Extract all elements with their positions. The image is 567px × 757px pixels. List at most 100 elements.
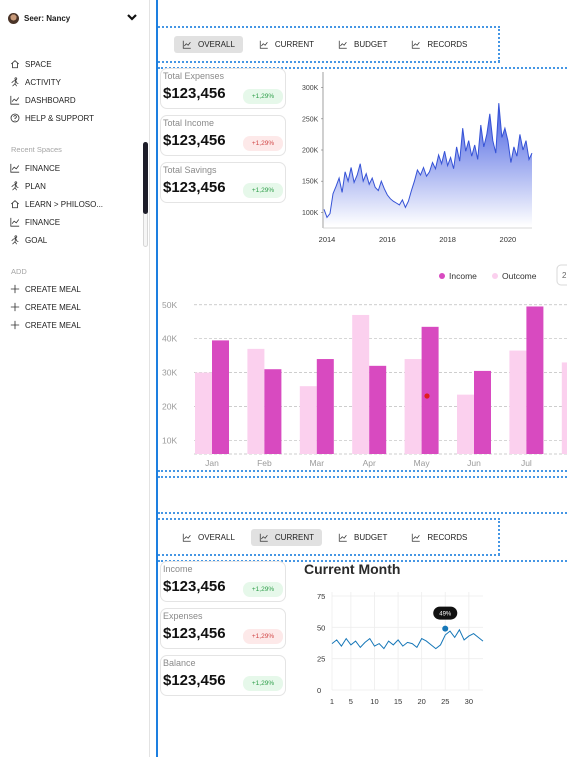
chart-line-icon [10,217,20,227]
chevron-down-icon[interactable] [126,11,138,23]
runner-icon [10,235,20,245]
sidebar-item-finance[interactable]: FINANCE [10,159,103,177]
chart-line-icon [182,40,192,49]
sidebar-item-goal[interactable]: GOAL [10,231,103,249]
tab-records[interactable]: RECORDS [403,529,475,546]
legend-income-swatch [439,273,445,279]
sidebar-item-label: FINANCE [25,163,61,173]
x-tick-label: Jan [205,458,219,468]
tab-budget[interactable]: BUDGET [330,36,395,53]
recent-nav: FINANCE PLAN LEARN > PHILOSO... FINANCE … [10,159,103,249]
stat-card-total-expenses: Total Expenses $123,456 +1,29% [160,68,286,109]
sidebar-item-label: HELP & SUPPORT [25,113,95,123]
change-badge: +1,29% [243,629,283,644]
tab-current[interactable]: CURRENT [250,528,323,546]
bar-outcome [561,362,567,454]
chart-line-icon [411,40,421,49]
stat-value: $123,456 [163,85,226,102]
stat-label: Income [163,564,193,574]
create-meal-button[interactable]: CREATE MEAL [10,316,81,334]
y-tick-label: 25 [317,655,325,664]
chart-line-icon [10,163,20,173]
legend-income-label: Income [449,271,477,281]
legend-overflow-glyph: 2 [562,271,567,280]
stat-card-total-income: Total Income $123,456 +1,29% [160,115,286,156]
stat-card-expenses: Expenses $123,456 +1,29% [160,608,286,649]
user-switcher[interactable]: Seer: Nancy [8,10,138,26]
y-tick-label: 30K [162,368,177,378]
guide-dotted [158,26,500,28]
plus-icon [10,302,20,312]
bar-outcome [509,350,527,454]
bar-income [212,340,229,454]
y-tick-label: 100K [302,210,319,217]
tab-budget[interactable]: BUDGET [330,529,395,546]
home-icon [10,59,20,69]
chart-line-icon [182,533,192,542]
bar-income [316,359,334,454]
sidebar-item-label: LEARN > PHILOSO... [25,199,104,209]
y-tick-label: 40K [162,334,177,344]
y-tick-label: 50K [162,300,177,310]
bar-income [474,370,491,454]
runner-icon [10,181,20,191]
change-badge: +1,29% [243,89,283,104]
x-tick-label: Apr [363,458,376,468]
tab-bar-bottom: OVERALL CURRENT BUDGET RECORDS [166,525,496,549]
guide-dotted [158,61,500,63]
x-tick-label: Feb [257,458,272,468]
stat-value: $123,456 [163,578,226,595]
sidebar-item-label: ACTIVITY [25,77,62,87]
sidebar-item-learn[interactable]: LEARN > PHILOSO... [10,195,103,213]
current-month-title: Current Month [304,561,401,577]
tab-current[interactable]: CURRENT [251,36,322,53]
sidebar-scrollbar-thumb[interactable] [143,142,148,214]
tab-label: CURRENT [274,39,315,49]
line-hover-point [442,625,449,632]
guide-dotted [158,512,567,514]
y-tick-label: 10K [162,435,177,445]
guide-dotted [158,554,500,556]
x-tick-label: 10 [370,697,378,706]
x-tick-label: 15 [394,697,402,706]
legend-outcome-label: Outcome [502,271,537,281]
sidebar-item-finance-2[interactable]: FINANCE [10,213,103,231]
x-tick-label: 20 [417,697,425,706]
sidebar-item-activity[interactable]: ACTIVITY [10,73,94,91]
stat-value: $123,456 [163,672,226,689]
create-meal-button[interactable]: CREATE MEAL [10,298,81,316]
tab-label: OVERALL [198,532,235,542]
create-meal-label: CREATE MEAL [25,320,81,330]
tab-label: RECORDS [427,39,468,49]
y-tick-label: 20K [162,402,177,412]
stat-value: $123,456 [163,625,226,642]
tab-overall[interactable]: OVERALL [174,529,243,546]
cursor-marker [424,393,430,399]
x-tick-label: 2020 [500,235,517,244]
change-badge: +1,29% [243,676,283,691]
create-meal-button[interactable]: CREATE MEAL [10,280,81,298]
main-nav: SPACE ACTIVITY DASHBOARD HELP & SUPPORT [10,55,94,127]
x-tick-label: 2014 [319,235,336,244]
home-icon [10,199,20,209]
chart-line-icon [338,40,348,49]
stat-label: Total Savings [163,165,217,175]
tab-overall[interactable]: OVERALL [174,35,243,53]
runner-icon [10,77,20,87]
y-tick-label: 250K [302,116,319,123]
sidebar-item-help[interactable]: HELP & SUPPORT [10,109,94,127]
stat-card-total-savings: Total Savings $123,456 +1,29% [160,162,286,203]
tab-records[interactable]: RECORDS [403,36,475,53]
guide-dotted [158,476,567,478]
area-chart: 100K 150K 200K 250K 300K 2014 2016 2018 2020 [302,72,533,244]
sidebar-item-dashboard[interactable]: DASHBOARD [10,91,94,109]
bar-income [369,365,387,454]
tab-label: BUDGET [354,39,388,49]
bar-outcome [404,359,422,454]
x-tick-label: Jul [521,458,532,468]
sidebar-item-plan[interactable]: PLAN [10,177,103,195]
bar-outcome [247,348,265,454]
sidebar-item-label: DASHBOARD [25,95,76,105]
x-tick-label: 30 [465,697,473,706]
sidebar-item-space[interactable]: SPACE [10,55,94,73]
